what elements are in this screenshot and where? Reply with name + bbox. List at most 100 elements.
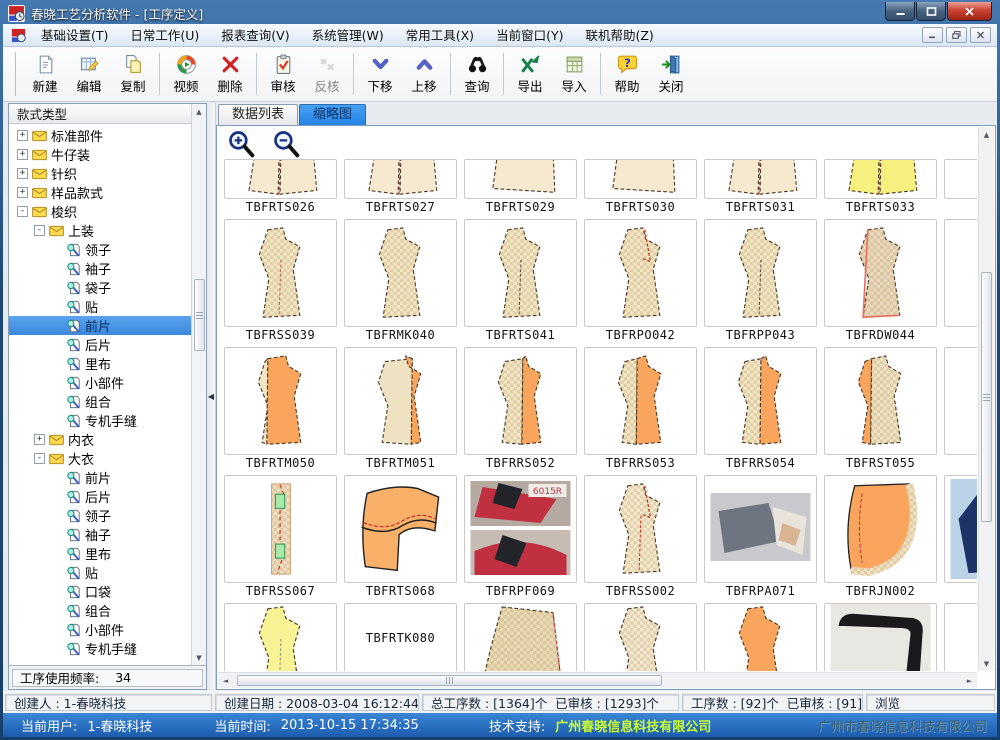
tree-item[interactable]: 组合 <box>9 392 191 411</box>
toolbar-button-export[interactable]: 导出 <box>508 51 552 98</box>
thumbnail-cell[interactable]: TBFRRS052 <box>464 347 577 472</box>
thumbnail-cell[interactable] <box>584 603 697 671</box>
toolbar-button-video[interactable]: 视频 <box>164 51 208 98</box>
tree-item[interactable]: 前片 <box>9 468 191 487</box>
collapse-icon[interactable]: - <box>17 206 28 217</box>
toolbar-button-exit[interactable]: 关闭 <box>649 51 693 98</box>
scroll-down-icon[interactable]: ▼ <box>984 656 989 671</box>
thumbnail-cell[interactable]: TBFRTS026 <box>224 159 337 216</box>
tree-item[interactable]: 袖子 <box>9 525 191 544</box>
menu-item[interactable]: 常用工具(X) <box>395 25 485 46</box>
toolbar-button-audit[interactable]: 审核 <box>261 51 305 98</box>
expand-icon[interactable]: + <box>17 187 28 198</box>
scrollbar-thumb[interactable] <box>194 279 205 351</box>
tree-item[interactable]: +内衣 <box>9 430 191 449</box>
scroll-left-icon[interactable]: ◄ <box>218 677 233 685</box>
tree-item[interactable]: 领子 <box>9 240 191 259</box>
thumbnail-cell[interactable]: TBFRDW044 <box>824 219 937 344</box>
tree-item[interactable]: +样品款式 <box>9 183 191 202</box>
thumbnail-cell[interactable]: TBFRSS067 <box>224 475 337 600</box>
tree-item[interactable]: 小部件 <box>9 620 191 639</box>
tree-item[interactable]: 后片 <box>9 487 191 506</box>
expand-icon[interactable]: + <box>34 434 45 445</box>
thumbnail-cell[interactable]: TBFRPP043 <box>704 219 817 344</box>
tree-item[interactable]: -上装 <box>9 221 191 240</box>
tree-item[interactable]: 组合 <box>9 601 191 620</box>
expand-icon[interactable]: + <box>17 149 28 160</box>
tree-item[interactable]: 口袋 <box>9 582 191 601</box>
expand-icon[interactable]: + <box>17 130 28 141</box>
tree-item[interactable]: 领子 <box>9 506 191 525</box>
menu-item[interactable]: 报表查询(V) <box>210 25 300 46</box>
tree-item[interactable]: 贴 <box>9 297 191 316</box>
toolbar-button-import[interactable]: 导入 <box>552 51 596 98</box>
scroll-right-icon[interactable]: ► <box>962 677 977 685</box>
collapse-icon[interactable]: - <box>34 225 45 236</box>
scroll-down-icon[interactable]: ▼ <box>196 650 201 665</box>
thumbnail-cell[interactable]: TBFRPA071 <box>704 475 817 600</box>
thumbnail-cell[interactable] <box>704 603 817 671</box>
tree-item[interactable]: 袋子 <box>9 278 191 297</box>
tree-item[interactable]: 后片 <box>9 335 191 354</box>
thumbnail-cell[interactable]: TBFRTS027 <box>344 159 457 216</box>
scroll-up-icon[interactable]: ▲ <box>196 104 201 119</box>
thumbnail-cell[interactable]: TBFRRS054 <box>704 347 817 472</box>
thumbnail-cell[interactable]: TBFRTS041 <box>464 219 577 344</box>
menu-item[interactable]: 当前窗口(Y) <box>485 25 574 46</box>
tree-item[interactable]: 贴 <box>9 563 191 582</box>
tree-item[interactable]: +标准部件 <box>9 126 191 145</box>
horizontal-scrollbar[interactable]: ◄ ► <box>218 672 977 688</box>
menu-item[interactable]: 系统管理(W) <box>301 25 395 46</box>
menu-item[interactable]: 联机帮助(Z) <box>574 25 664 46</box>
tree-item[interactable]: +针织 <box>9 164 191 183</box>
zoom-in-icon[interactable] <box>227 130 256 159</box>
tree-item[interactable]: -大衣 <box>9 449 191 468</box>
thumbnail-cell[interactable] <box>944 475 977 600</box>
tree-item[interactable]: 里布 <box>9 354 191 373</box>
tab-data-list[interactable]: 数据列表 <box>218 104 298 125</box>
thumbnail-cell[interactable] <box>944 159 977 216</box>
toolbar-button-up[interactable]: 上移 <box>402 51 446 98</box>
thumbnail-cell[interactable]: TBFRMK040 <box>344 219 457 344</box>
mdi-minimize-button[interactable] <box>922 27 943 43</box>
minimize-button[interactable] <box>885 2 915 21</box>
thumbnail-cell[interactable]: TBFRTM051 <box>344 347 457 472</box>
tree-item[interactable]: -梭织 <box>9 202 191 221</box>
mdi-close-button[interactable] <box>970 27 991 43</box>
thumbnail-cell[interactable] <box>944 219 977 344</box>
thumbnail-cell[interactable]: TBFRTS029 <box>464 159 577 216</box>
close-button[interactable] <box>947 2 992 21</box>
scrollbar-thumb[interactable] <box>237 675 662 686</box>
toolbar-button-new[interactable]: 新建 <box>23 51 67 98</box>
thumbnail-cell[interactable]: TBFRSS002 <box>584 475 697 600</box>
thumbnail-cell[interactable]: TBFRTS030 <box>584 159 697 216</box>
scroll-up-icon[interactable]: ▲ <box>984 127 989 142</box>
tree-item[interactable]: 袖子 <box>9 259 191 278</box>
mdi-restore-button[interactable] <box>946 27 967 43</box>
toolbar-button-down[interactable]: 下移 <box>358 51 402 98</box>
tree-item[interactable]: 前片 <box>9 316 191 335</box>
splitter[interactable]: ◀ <box>207 103 216 690</box>
scrollbar-thumb[interactable] <box>981 272 992 522</box>
thumbnail-cell[interactable] <box>824 603 937 671</box>
thumbnail-cell[interactable]: TBFRTM050 <box>224 347 337 472</box>
tree-item[interactable]: 专机手缝 <box>9 639 191 658</box>
thumbnail-cell[interactable] <box>944 347 977 472</box>
maximize-button[interactable] <box>916 2 946 21</box>
thumbnail-cell[interactable]: TBFRSS039 <box>224 219 337 344</box>
thumbnail-cell[interactable]: TBFRTS031 <box>704 159 817 216</box>
toolbar-button-delete[interactable]: 删除 <box>208 51 252 98</box>
toolbar-button-unaudit[interactable]: 反核 <box>305 51 349 98</box>
toolbar-button-help[interactable]: ?帮助 <box>605 51 649 98</box>
menu-item[interactable]: 基础设置(T) <box>30 25 119 46</box>
tree-item[interactable]: 里布 <box>9 544 191 563</box>
thumbnail-cell[interactable]: TBFRST055 <box>824 347 937 472</box>
thumbnail-cell[interactable]: TBFRRS053 <box>584 347 697 472</box>
thumbnail-cell[interactable]: TBFRTS068 <box>344 475 457 600</box>
thumbnail-cell[interactable] <box>944 603 977 671</box>
toolbar-button-search[interactable]: 查询 <box>455 51 499 98</box>
thumbnail-cell[interactable]: TBFRTS033 <box>824 159 937 216</box>
tab-thumbnail[interactable]: 缩略图 <box>299 104 366 125</box>
collapse-icon[interactable]: - <box>34 453 45 464</box>
thumbnail-cell[interactable] <box>464 603 577 671</box>
